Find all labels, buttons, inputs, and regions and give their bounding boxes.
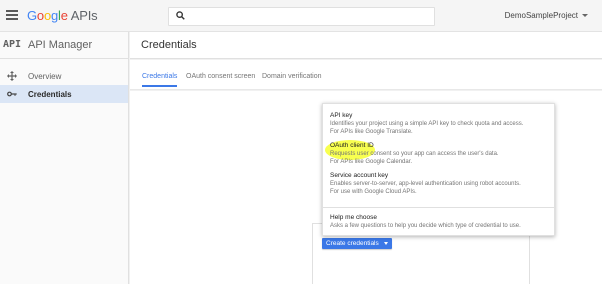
sidebar-item-label: Overview (28, 72, 62, 81)
sidebar-item-label: Credentials (28, 90, 72, 99)
caret-down-icon (384, 242, 388, 245)
google-apis-logo[interactable]: Google APIs (27, 8, 98, 23)
sidebar-item-credentials[interactable]: Credentials (0, 85, 128, 103)
menu-item-oauth-client-id[interactable]: OAuth client ID Requests user consent so… (323, 140, 554, 166)
page-header: Credentials (130, 32, 602, 59)
create-credentials-menu: API key Identifies your project using a … (322, 103, 555, 236)
key-icon (7, 91, 17, 97)
tab-domain-verification[interactable]: Domain verification (262, 73, 322, 85)
chevron-down-icon (582, 14, 588, 18)
sidebar-header: API API Manager (0, 32, 128, 59)
search-icon (176, 11, 185, 20)
move-arrows-icon (7, 71, 17, 81)
menu-item-service-account-key[interactable]: Service account key Enables server-to-se… (323, 172, 554, 196)
menu-item-api-key[interactable]: API key Identifies your project using a … (323, 112, 554, 136)
menu-divider (323, 207, 554, 208)
sidebar-title: API Manager (28, 39, 93, 51)
tab-credentials[interactable]: Credentials (142, 73, 178, 87)
project-selector[interactable]: DemoSampleProject (505, 11, 588, 20)
tab-bar: Credentials OAuth consent screen Domain … (130, 60, 602, 90)
page-title: Credentials (141, 39, 197, 51)
search-input[interactable] (168, 7, 435, 26)
tab-oauth-consent-screen[interactable]: OAuth consent screen (186, 73, 255, 85)
create-credentials-button[interactable]: Create credentials (322, 238, 392, 249)
menu-item-help-me-choose[interactable]: Help me choose Asks a few questions to h… (323, 214, 554, 232)
hamburger-menu-icon[interactable] (6, 10, 18, 20)
api-badge: API (3, 39, 22, 50)
sidebar-item-overview[interactable]: Overview (0, 67, 128, 85)
sidebar: API API Manager Overview Credentials (0, 32, 129, 284)
top-bar: Google APIs DemoSampleProject (0, 0, 602, 32)
